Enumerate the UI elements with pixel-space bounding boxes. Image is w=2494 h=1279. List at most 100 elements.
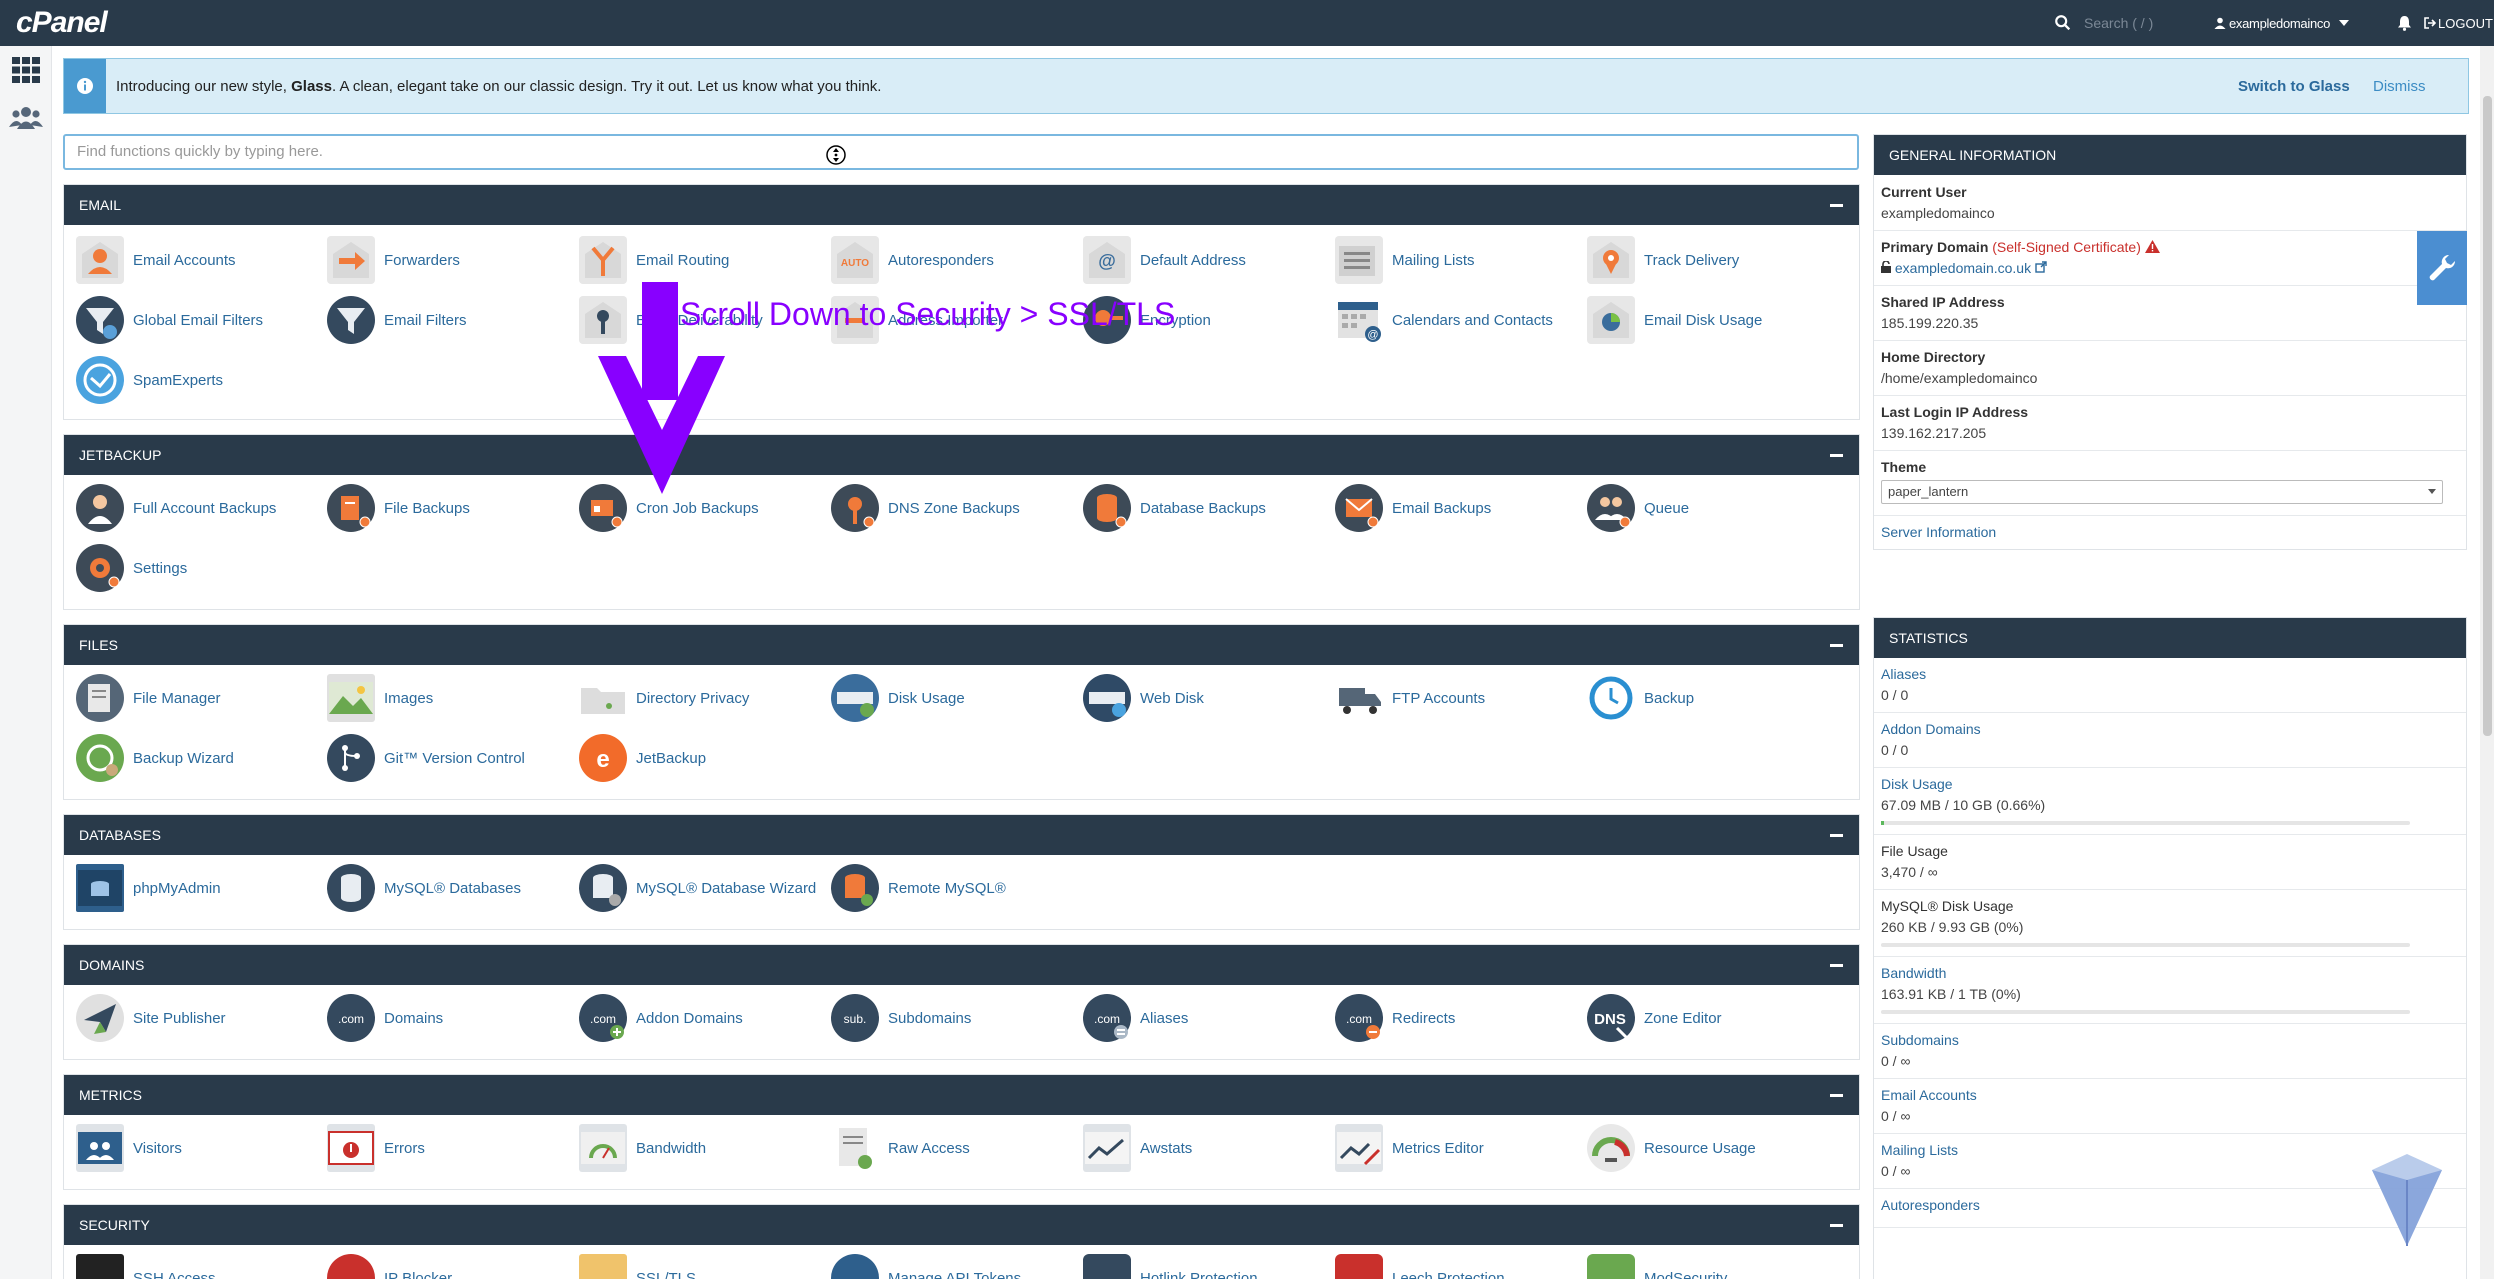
collapse-icon[interactable]: [1830, 203, 1843, 207]
tool-resource-usage[interactable]: Resource Usage: [1587, 1123, 1756, 1173]
logout-button[interactable]: LOGOUT: [2424, 16, 2494, 31]
collapse-icon[interactable]: [1830, 963, 1843, 967]
section-header[interactable]: FILES: [64, 625, 1859, 665]
tool-zone-editor[interactable]: DNS Zone Editor: [1587, 993, 1722, 1043]
tool-mysql-database-wizard[interactable]: MySQL® Database Wizard: [579, 863, 816, 913]
tool-calendars-contacts[interactable]: @ Calendars and Contacts: [1335, 295, 1553, 345]
ftp-truck-icon: [1335, 674, 1383, 722]
section-header[interactable]: JETBACKUP: [64, 435, 1859, 475]
tool-images[interactable]: Images: [327, 673, 433, 723]
tool-manage-api-tokens[interactable]: Manage API Tokens: [831, 1253, 1021, 1279]
notifications-button[interactable]: [2384, 15, 2424, 31]
tool-forwarders[interactable]: Forwarders: [327, 235, 460, 285]
tool-phpmyadmin[interactable]: phpMyAdmin: [76, 863, 221, 913]
tool-mailing-lists[interactable]: Mailing Lists: [1335, 235, 1475, 285]
external-link-icon[interactable]: [2035, 261, 2047, 273]
notice-text: Introducing our new style, Glass. A clea…: [116, 77, 882, 95]
tool-bandwidth[interactable]: Bandwidth: [579, 1123, 706, 1173]
tool-jetbackup[interactable]: e JetBackup: [579, 733, 706, 783]
cpanel-logo[interactable]: cPanel: [16, 6, 108, 40]
email-disk-usage-icon: [1587, 296, 1635, 344]
tool-file-backups[interactable]: File Backups: [327, 483, 470, 533]
tool-backup[interactable]: Backup: [1587, 673, 1694, 723]
tool-visitors[interactable]: Visitors: [76, 1123, 182, 1173]
tool-metrics-editor[interactable]: Metrics Editor: [1335, 1123, 1484, 1173]
stat-label[interactable]: Email Accounts: [1881, 1087, 2459, 1103]
tool-track-delivery[interactable]: Track Delivery: [1587, 235, 1739, 285]
tool-email-filters[interactable]: Email Filters: [327, 295, 467, 345]
tool-email-backups[interactable]: Email Backups: [1335, 483, 1491, 533]
tool-default-address[interactable]: @ Default Address: [1083, 235, 1246, 285]
leech-protection-icon: [1335, 1254, 1383, 1279]
tool-spamexperts[interactable]: SpamExperts: [76, 355, 223, 405]
tool-ssl-tls[interactable]: SSL/TLS: [579, 1253, 696, 1279]
tool-git-version-control[interactable]: Git™ Version Control: [327, 733, 525, 783]
tool-autoresponders[interactable]: AUTO Autoresponders: [831, 235, 994, 285]
tool-modsecurity[interactable]: ModSecurity: [1587, 1253, 1727, 1279]
tool-addon-domains[interactable]: .com Addon Domains: [579, 993, 743, 1043]
tool-remote-mysql[interactable]: Remote MySQL®: [831, 863, 1006, 913]
tool-redirects[interactable]: .com Redirects: [1335, 993, 1455, 1043]
tool-email-disk-usage[interactable]: Email Disk Usage: [1587, 295, 1762, 345]
tool-settings[interactable]: Settings: [76, 543, 187, 593]
dismiss-link[interactable]: Dismiss: [2373, 78, 2426, 95]
switch-to-glass-link[interactable]: Switch to Glass: [2238, 78, 2350, 95]
scrollbar-thumb[interactable]: [2483, 96, 2492, 736]
section-header[interactable]: DOMAINS: [64, 945, 1859, 985]
tools-grid-button[interactable]: [0, 46, 52, 94]
tool-file-manager[interactable]: File Manager: [76, 673, 221, 723]
collapse-icon[interactable]: [1830, 453, 1843, 457]
tool-database-backups[interactable]: Database Backups: [1083, 483, 1266, 533]
stat-label[interactable]: Bandwidth: [1881, 965, 2459, 981]
users-button[interactable]: [0, 94, 52, 142]
tool-awstats[interactable]: Awstats: [1083, 1123, 1192, 1173]
collapse-icon[interactable]: [1830, 1093, 1843, 1097]
section-header[interactable]: DATABASES: [64, 815, 1859, 855]
tool-directory-privacy[interactable]: Directory Privacy: [579, 673, 749, 723]
ssl-certificate-icon: [579, 1254, 627, 1279]
tool-mysql-databases[interactable]: MySQL® Databases: [327, 863, 521, 913]
tool-domains[interactable]: .com Domains: [327, 993, 443, 1043]
tool-raw-access[interactable]: Raw Access: [831, 1123, 970, 1173]
grid-icon: [12, 57, 40, 83]
tool-ip-blocker[interactable]: IP Blocker: [327, 1253, 452, 1279]
stat-label[interactable]: Disk Usage: [1881, 776, 2459, 792]
tool-email-routing[interactable]: Email Routing: [579, 235, 729, 285]
collapse-icon[interactable]: [1830, 1223, 1843, 1227]
stat-label[interactable]: Subdomains: [1881, 1032, 2459, 1048]
global-search[interactable]: Search ( / ): [2054, 14, 2214, 32]
tool-global-email-filters[interactable]: Global Email Filters: [76, 295, 263, 345]
tool-site-publisher[interactable]: Site Publisher: [76, 993, 226, 1043]
tool-errors[interactable]: Errors: [327, 1123, 425, 1173]
tool-backup-wizard[interactable]: Backup Wizard: [76, 733, 234, 783]
stat-label[interactable]: Addon Domains: [1881, 721, 2459, 737]
tool-leech-protection[interactable]: Leech Protection: [1335, 1253, 1505, 1279]
file-backup-icon: [327, 484, 375, 532]
tool-hotlink-protection[interactable]: Hotlink Protection: [1083, 1253, 1258, 1279]
images-icon: [327, 674, 375, 722]
tool-web-disk[interactable]: Web Disk: [1083, 673, 1204, 723]
user-menu[interactable]: exampledomainco: [2214, 16, 2384, 31]
tool-disk-usage[interactable]: Disk Usage: [831, 673, 965, 723]
tool-subdomains[interactable]: sub. Subdomains: [831, 993, 971, 1043]
stat-label[interactable]: Aliases: [1881, 666, 2459, 682]
collapse-icon[interactable]: [1830, 833, 1843, 837]
backup-wizard-icon: [76, 734, 124, 782]
primary-domain-link[interactable]: exampledomain.co.uk: [1895, 260, 2031, 276]
tool-ftp-accounts[interactable]: FTP Accounts: [1335, 673, 1485, 723]
theme-select[interactable]: paper_lantern: [1881, 480, 2443, 504]
page-scrollbar[interactable]: [2480, 46, 2494, 1279]
tool-aliases[interactable]: .com Aliases: [1083, 993, 1188, 1043]
section-header[interactable]: SECURITY: [64, 1205, 1859, 1245]
collapse-icon[interactable]: [1830, 643, 1843, 647]
tool-ssh-access[interactable]: SSH Access: [76, 1253, 216, 1279]
tool-queue[interactable]: Queue: [1587, 483, 1689, 533]
tool-dns-zone-backups[interactable]: DNS Zone Backups: [831, 483, 1020, 533]
section-domains: DOMAINS Site Publisher .com Domains .com A…: [63, 944, 1860, 1060]
tool-email-accounts[interactable]: Email Accounts: [76, 235, 236, 285]
section-header[interactable]: EMAIL: [64, 185, 1859, 225]
tool-full-account-backups[interactable]: Full Account Backups: [76, 483, 276, 533]
server-information-link[interactable]: Server Information: [1881, 524, 1996, 540]
section-header[interactable]: METRICS: [64, 1075, 1859, 1115]
quick-find-input[interactable]: Find functions quickly by typing here.: [63, 134, 1859, 170]
